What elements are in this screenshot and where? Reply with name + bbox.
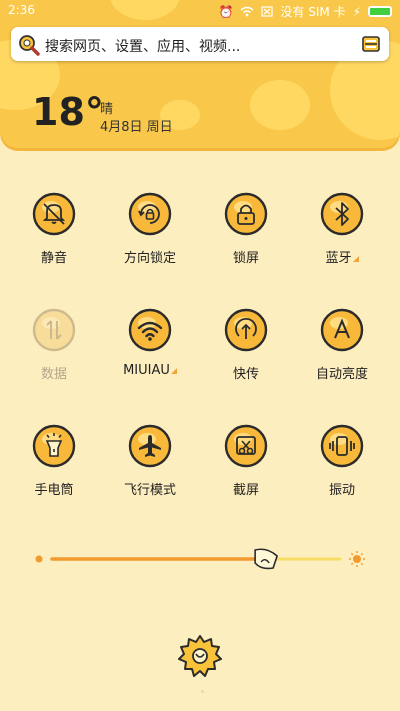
lock-icon	[224, 192, 268, 236]
temperature: 18°	[32, 90, 104, 134]
toggle-auto-brightness[interactable]: 自动亮度	[302, 308, 382, 408]
settings-gear-icon[interactable]	[178, 634, 222, 678]
battery-icon	[368, 6, 392, 17]
toggle-label: 蓝牙	[292, 247, 392, 266]
screenshot-icon	[224, 424, 268, 468]
charging-icon: ⚡	[352, 4, 361, 19]
toggle-mobile-data[interactable]: 数据	[14, 308, 94, 408]
status-bar: 2:36 ⏰ 没有 SIM 卡 ⚡	[0, 0, 400, 22]
toggle-mute[interactable]: 静音	[14, 192, 94, 292]
header-decoration	[250, 80, 310, 130]
toggle-label: 飞行模式	[123, 483, 176, 498]
wifi-status-icon	[240, 6, 254, 17]
alarm-icon: ⏰	[218, 4, 234, 19]
toggle-label: 静音	[40, 251, 67, 266]
carrier-text: 没有 SIM 卡	[280, 5, 346, 19]
brightness-low-icon	[35, 555, 43, 563]
toggle-label: 手电筒	[34, 483, 74, 498]
weather-date: 4月8日 周日	[100, 120, 173, 135]
weather-condition: 晴	[100, 102, 114, 117]
auto-brightness-icon	[320, 308, 364, 352]
toggle-screenshot[interactable]: 截屏	[206, 424, 286, 524]
toggle-label: MIUIAU	[100, 363, 200, 378]
toggle-flashlight[interactable]: 手电筒	[14, 424, 94, 524]
slider-thumb[interactable]	[254, 548, 279, 570]
toggle-label: 锁屏	[232, 251, 259, 266]
toggle-label: 自动亮度	[315, 367, 368, 382]
search-input[interactable]: 搜索网页、设置、应用、视频...	[45, 36, 240, 56]
more-indicator	[352, 256, 359, 262]
brightness-slider[interactable]	[30, 545, 370, 575]
status-time: 2:36	[8, 3, 35, 17]
page-indicator	[201, 690, 204, 693]
wifi-icon	[128, 308, 172, 352]
toggle-vibrate[interactable]: 振动	[302, 424, 382, 524]
toggle-lock-screen[interactable]: 锁屏	[206, 192, 286, 292]
toggle-rotation-lock[interactable]: 方向锁定	[110, 192, 190, 292]
no-sim-icon	[261, 6, 274, 17]
toggle-label: 方向锁定	[123, 251, 176, 266]
brightness-high-icon	[349, 551, 365, 567]
toggle-wifi[interactable]: MIUIAU	[110, 308, 190, 408]
vibrate-icon	[320, 424, 364, 468]
rotation-lock-icon	[128, 192, 172, 236]
quick-transfer-icon	[224, 308, 268, 352]
flashlight-icon	[32, 424, 76, 468]
weather-header: 2:36 ⏰ 没有 SIM 卡 ⚡ 搜索网页、设置、应用、视频... 18° 晴…	[0, 0, 400, 148]
toggle-bluetooth[interactable]: 蓝牙	[302, 192, 382, 292]
toggle-label: 截屏	[232, 483, 259, 498]
toggle-label: 数据	[40, 367, 67, 382]
toggle-label: 振动	[328, 483, 355, 498]
mobile-data-icon	[32, 308, 76, 352]
toggle-quick-transfer[interactable]: 快传	[206, 308, 286, 408]
bell-off-icon	[32, 192, 76, 236]
airplane-icon	[128, 424, 172, 468]
toggle-label: 快传	[232, 367, 259, 382]
bluetooth-icon	[320, 192, 364, 236]
more-indicator	[170, 368, 177, 374]
search-icon	[19, 35, 40, 56]
toggle-airplane-mode[interactable]: 飞行模式	[110, 424, 190, 524]
search-bar[interactable]: 搜索网页、设置、应用、视频...	[11, 27, 389, 61]
scan-icon[interactable]	[362, 35, 380, 53]
